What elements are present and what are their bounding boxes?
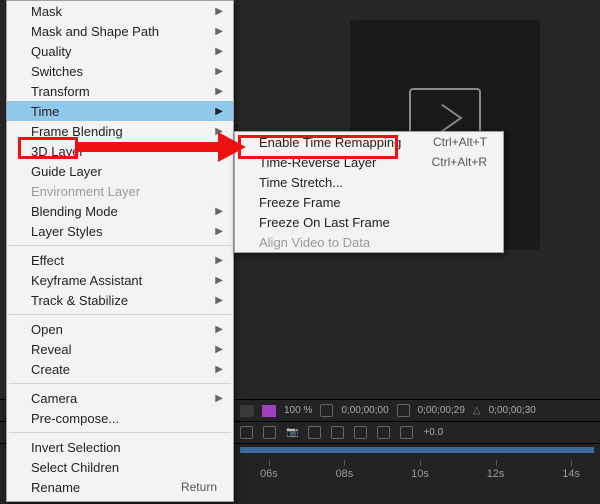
ruler-tick: 14s xyxy=(562,468,580,492)
chevron-right-icon: ▶ xyxy=(215,393,223,404)
menu-layer-styles[interactable]: Layer Styles▶ xyxy=(7,221,233,241)
chevron-right-icon: ▶ xyxy=(215,226,223,237)
tool-icon-a[interactable] xyxy=(240,426,253,439)
chevron-right-icon: ▶ xyxy=(215,126,223,137)
tool-icon-c[interactable] xyxy=(308,426,321,439)
menu-blending-mode[interactable]: Blending Mode▶ xyxy=(7,201,233,221)
ruler-tick: 08s xyxy=(336,468,354,492)
menu-frame-blending[interactable]: Frame Blending▶ xyxy=(7,121,233,141)
shortcut-label: Return xyxy=(181,480,217,494)
menu-separator xyxy=(9,314,231,315)
shortcut-label: Ctrl+Alt+T xyxy=(433,135,487,149)
menu-camera[interactable]: Camera▶ xyxy=(7,388,233,408)
menu-mask-shape-path[interactable]: Mask and Shape Path▶ xyxy=(7,21,233,41)
menu-environment-layer: Environment Layer xyxy=(7,181,233,201)
exposure-value[interactable]: +0.0 xyxy=(423,427,443,438)
chevron-right-icon: ▶ xyxy=(215,26,223,37)
chevron-right-icon: ▶ xyxy=(215,324,223,335)
time-submenu: Enable Time RemappingCtrl+Alt+T Time-Rev… xyxy=(234,131,504,253)
chevron-right-icon: ▶ xyxy=(215,255,223,266)
layer-context-menu: Mask▶ Mask and Shape Path▶ Quality▶ Swit… xyxy=(6,0,234,502)
menu-align-video-to-data: Align Video to Data xyxy=(235,232,503,252)
ruler-tick: 06s xyxy=(260,468,278,492)
tool-icon-f[interactable] xyxy=(377,426,390,439)
menu-guide-layer[interactable]: Guide Layer xyxy=(7,161,233,181)
ruler-tick: 12s xyxy=(487,468,505,492)
chevron-right-icon: ▶ xyxy=(215,295,223,306)
chevron-right-icon: ▶ xyxy=(215,46,223,57)
menu-time-stretch[interactable]: Time Stretch... xyxy=(235,172,503,192)
chevron-right-icon: ▶ xyxy=(215,66,223,77)
menu-precompose[interactable]: Pre-compose... xyxy=(7,408,233,428)
shortcut-label: Ctrl+Alt+R xyxy=(432,155,487,169)
swatch-grey[interactable] xyxy=(240,405,254,417)
menu-open[interactable]: Open▶ xyxy=(7,319,233,339)
work-area-bar[interactable] xyxy=(240,447,594,453)
chevron-right-icon: ▶ xyxy=(215,206,223,217)
chevron-right-icon: ▶ xyxy=(215,364,223,375)
tool-icon-d[interactable] xyxy=(331,426,344,439)
timecode-3: 0;00;00;30 xyxy=(489,405,536,416)
timecode-icon[interactable] xyxy=(320,404,333,417)
zoom-level[interactable]: 100 % xyxy=(284,405,312,416)
chevron-right-icon: ▶ xyxy=(215,86,223,97)
menu-transform[interactable]: Transform▶ xyxy=(7,81,233,101)
menu-freeze-on-last-frame[interactable]: Freeze On Last Frame xyxy=(235,212,503,232)
chevron-right-icon: ▶ xyxy=(215,6,223,17)
chevron-right-icon: ▶ xyxy=(215,344,223,355)
menu-effect[interactable]: Effect▶ xyxy=(7,250,233,270)
menu-rename[interactable]: RenameReturn xyxy=(7,477,233,497)
menu-separator xyxy=(9,245,231,246)
menu-track-stabilize[interactable]: Track & Stabilize▶ xyxy=(7,290,233,310)
menu-keyframe-assistant[interactable]: Keyframe Assistant▶ xyxy=(7,270,233,290)
menu-time-reverse-layer[interactable]: Time-Reverse LayerCtrl+Alt+R xyxy=(235,152,503,172)
menu-3d-layer[interactable]: 3D Layer xyxy=(7,141,233,161)
menu-invert-selection[interactable]: Invert Selection xyxy=(7,437,233,457)
timecode-1: 0;00;00;00 xyxy=(341,405,388,416)
tool-icon-g[interactable] xyxy=(400,426,413,439)
chevron-right-icon: ▶ xyxy=(215,275,223,286)
menu-enable-time-remapping[interactable]: Enable Time RemappingCtrl+Alt+T xyxy=(235,132,503,152)
timecode-2: 0;00;00;29 xyxy=(418,405,465,416)
menu-select-children[interactable]: Select Children xyxy=(7,457,233,477)
tool-icon-b[interactable] xyxy=(263,426,276,439)
ruler-tick: 10s xyxy=(411,468,429,492)
swatch-label-color[interactable] xyxy=(262,405,276,417)
menu-switches[interactable]: Switches▶ xyxy=(7,61,233,81)
menu-quality[interactable]: Quality▶ xyxy=(7,41,233,61)
camera-icon[interactable]: 📷 xyxy=(286,427,298,438)
time-ruler[interactable]: 06s 08s 10s 12s 14s xyxy=(240,468,600,492)
chevron-right-icon: ▶ xyxy=(215,106,223,117)
menu-separator xyxy=(9,432,231,433)
menu-create[interactable]: Create▶ xyxy=(7,359,233,379)
duration-icon[interactable] xyxy=(397,404,410,417)
menu-separator xyxy=(9,383,231,384)
tool-icon-e[interactable] xyxy=(354,426,367,439)
menu-reveal[interactable]: Reveal▶ xyxy=(7,339,233,359)
menu-time[interactable]: Time▶ xyxy=(7,101,233,121)
menu-freeze-frame[interactable]: Freeze Frame xyxy=(235,192,503,212)
menu-mask[interactable]: Mask▶ xyxy=(7,1,233,21)
